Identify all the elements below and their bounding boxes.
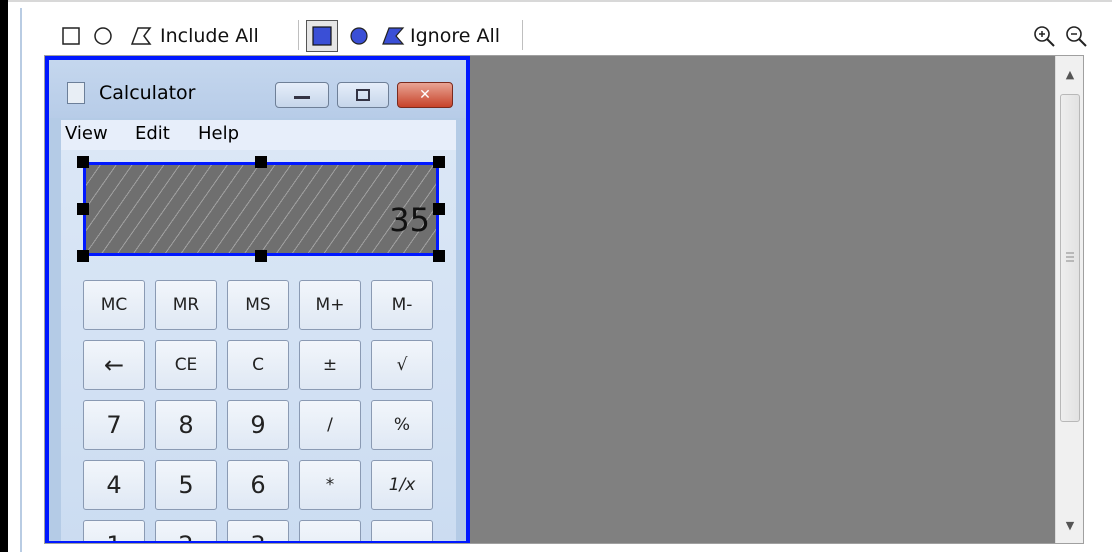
key-8: 8 [155, 400, 217, 450]
key-minus: - [299, 520, 361, 541]
filled-polygon-icon[interactable] [380, 16, 406, 56]
image-canvas[interactable]: Calculator ✕ View Edit Help 35 MC MR MS … [44, 55, 1084, 544]
key-equals [371, 520, 433, 541]
zoom-out-icon[interactable] [1062, 16, 1090, 56]
rectangle-select-icon[interactable] [60, 16, 82, 56]
key-percent: % [371, 400, 433, 450]
key-multiply: * [299, 460, 361, 510]
key-m-plus: M+ [299, 280, 361, 330]
key-plus-minus: ± [299, 340, 361, 390]
include-all-button[interactable]: Include All [160, 16, 290, 56]
ellipse-select-icon[interactable] [92, 16, 114, 56]
scroll-down-icon[interactable]: ▼ [1056, 511, 1083, 539]
selected-display-region[interactable]: 35 [83, 162, 439, 256]
calculator-icon [67, 82, 85, 104]
key-reciprocal: 1/x [371, 460, 433, 510]
filled-ellipse-icon[interactable] [346, 16, 372, 56]
key-5: 5 [155, 460, 217, 510]
key-sqrt: √ [371, 340, 433, 390]
top-window-border [8, 0, 1112, 8]
key-divide: / [299, 400, 361, 450]
close-icon: ✕ [397, 82, 453, 108]
key-4: 4 [83, 460, 145, 510]
left-window-border [0, 0, 8, 552]
scroll-up-icon[interactable]: ▲ [1056, 60, 1083, 88]
toolbar-separator [522, 20, 523, 50]
resize-handle[interactable] [255, 250, 267, 262]
resize-handle[interactable] [77, 156, 89, 168]
toolbar: Include All Ignore All [52, 16, 1102, 56]
key-m-minus: M- [371, 280, 433, 330]
key-7: 7 [83, 400, 145, 450]
resize-handle[interactable] [77, 250, 89, 262]
resize-handle[interactable] [433, 203, 445, 215]
key-3: 3 [227, 520, 289, 541]
key-ms: MS [227, 280, 289, 330]
key-mr: MR [155, 280, 217, 330]
calculator-titlebar: Calculator ✕ [49, 60, 466, 118]
frame-accent-line [20, 8, 22, 552]
scroll-thumb[interactable] [1060, 94, 1080, 422]
minimize-icon [275, 82, 329, 108]
maximize-icon [337, 82, 389, 108]
key-mc: MC [83, 280, 145, 330]
menu-help: Help [198, 123, 240, 144]
ignore-all-button[interactable]: Ignore All [410, 16, 520, 56]
menu-view: View [65, 123, 108, 144]
key-c: C [227, 340, 289, 390]
key-9: 9 [227, 400, 289, 450]
filled-rectangle-icon[interactable] [306, 20, 338, 52]
calculator-body: 35 MC MR MS M+ M- ← CE C ± √ 7 8 9 / % 4… [61, 150, 456, 541]
display-value: 35 [389, 201, 430, 239]
calculator-title: Calculator [99, 82, 196, 104]
key-ce: CE [155, 340, 217, 390]
calculator-window-screenshot: Calculator ✕ View Edit Help 35 MC MR MS … [45, 56, 470, 543]
menu-edit: Edit [135, 123, 170, 144]
resize-handle[interactable] [433, 156, 445, 168]
zoom-in-icon[interactable] [1030, 16, 1058, 56]
key-6: 6 [227, 460, 289, 510]
resize-handle[interactable] [433, 250, 445, 262]
toolbar-separator [298, 20, 299, 50]
resize-handle[interactable] [255, 156, 267, 168]
key-1: 1 [83, 520, 145, 541]
vertical-scrollbar[interactable]: ▲ ▼ [1055, 56, 1083, 543]
key-2: 2 [155, 520, 217, 541]
resize-handle[interactable] [77, 203, 89, 215]
polygon-select-icon[interactable] [130, 16, 152, 56]
key-backspace: ← [83, 340, 145, 390]
calculator-menubar: View Edit Help [61, 120, 456, 151]
